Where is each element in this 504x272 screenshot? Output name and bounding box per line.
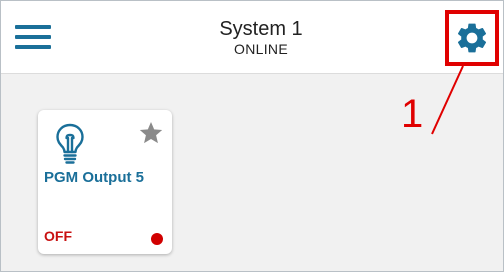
output-state: OFF (44, 228, 72, 244)
lightbulb-icon (56, 123, 84, 164)
menu-icon-bar (15, 45, 51, 49)
menu-icon-bar (15, 25, 51, 29)
system-status: ONLINE (234, 41, 288, 57)
system-header: System 1 ONLINE (151, 18, 371, 57)
pgm-output-card[interactable]: PGM Output 5 OFF (38, 110, 172, 254)
card-title: PGM Output 5 (44, 169, 144, 186)
system-title: System 1 (219, 18, 303, 40)
menu-button[interactable] (15, 23, 51, 51)
state-indicator-dot (151, 233, 163, 245)
gear-icon (457, 23, 487, 53)
settings-button[interactable] (445, 10, 499, 66)
annotation-number: 1 (401, 92, 424, 136)
app-bar: System 1 ONLINE (1, 1, 503, 74)
star-icon[interactable] (138, 120, 164, 146)
menu-icon-bar (15, 35, 51, 39)
